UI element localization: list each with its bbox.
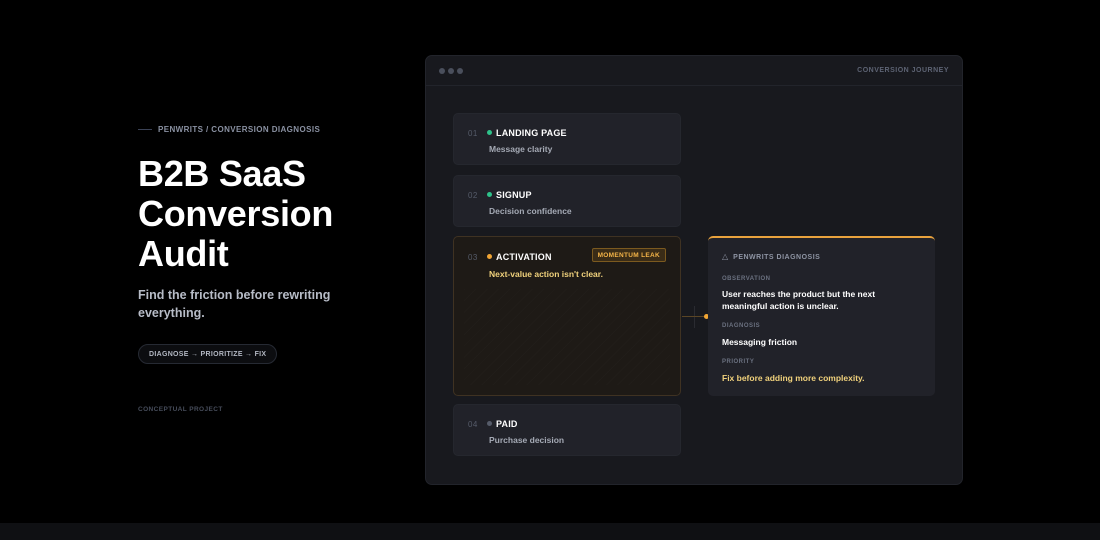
window-label: CONVERSION JOURNEY <box>857 67 949 74</box>
hatch-pattern <box>464 289 670 385</box>
stage-card-landing-page[interactable]: 01 LANDING PAGE Message clarity <box>453 113 681 165</box>
connector-line <box>682 316 706 317</box>
stage-number: 01 <box>468 129 478 138</box>
diagnosis-text: Messaging friction <box>722 337 798 347</box>
project-footnote: CONCEPTUAL PROJECT <box>138 406 223 413</box>
priority-text: Fix before adding more complexity. <box>722 373 865 383</box>
window-dot-icon <box>439 68 445 74</box>
stage-number: 02 <box>468 191 478 200</box>
bottom-edge <box>0 523 1100 540</box>
stage-card-signup[interactable]: 02 SIGNUP Decision confidence <box>453 175 681 227</box>
stage-title: PAID <box>496 419 518 429</box>
window-dot-icon <box>448 68 454 74</box>
status-dot-icon <box>487 421 492 426</box>
stage-description: Decision confidence <box>489 206 572 216</box>
hero-subtitle: Find the friction before rewriting every… <box>138 288 331 320</box>
connector-tick <box>694 306 695 328</box>
page-title: B2B SaaS Conversion Audit <box>138 153 334 274</box>
diagnosis-panel: △ PENWRITS DIAGNOSIS OBSERVATION User re… <box>708 236 935 396</box>
stage-description: Next-value action isn't clear. <box>489 269 603 279</box>
journey-window: CONVERSION JOURNEY 01 LANDING PAGE Messa… <box>425 55 963 485</box>
status-dot-icon <box>487 254 492 259</box>
stage-title: LANDING PAGE <box>496 128 567 138</box>
diagnosis-label: DIAGNOSIS <box>722 323 761 329</box>
stage-number: 04 <box>468 420 478 429</box>
window-title-bar: CONVERSION JOURNEY <box>426 56 962 86</box>
stage-title: SIGNUP <box>496 190 532 200</box>
observation-label: OBSERVATION <box>722 276 771 282</box>
diagnosis-heading-text: PENWRITS DIAGNOSIS <box>733 253 821 261</box>
eyebrow: PENWRITS / CONVERSION DIAGNOSIS <box>138 125 320 134</box>
warning-triangle-icon: △ <box>722 252 729 261</box>
stage-description: Message clarity <box>489 144 553 154</box>
status-dot-icon <box>487 192 492 197</box>
stage-title: ACTIVATION <box>496 252 552 262</box>
momentum-leak-badge: MOMENTUM LEAK <box>591 248 666 262</box>
stage-number: 03 <box>468 253 478 262</box>
eyebrow-rule <box>138 129 152 130</box>
stage-description: Purchase decision <box>489 435 565 445</box>
diagnosis-heading: △ PENWRITS DIAGNOSIS <box>722 253 820 261</box>
process-pill: DIAGNOSE → PRIORITIZE → FIX <box>138 344 278 364</box>
stage-card-activation[interactable]: 03 ACTIVATION MOMENTUM LEAK Next-value a… <box>453 236 681 396</box>
priority-label: PRIORITY <box>722 359 755 365</box>
status-dot-icon <box>487 130 492 135</box>
stage-card-paid[interactable]: 04 PAID Purchase decision <box>453 404 681 456</box>
observation-text: User reaches the product but the next me… <box>722 289 876 311</box>
window-dot-icon <box>457 68 463 74</box>
eyebrow-text: PENWRITS / CONVERSION DIAGNOSIS <box>158 125 321 134</box>
